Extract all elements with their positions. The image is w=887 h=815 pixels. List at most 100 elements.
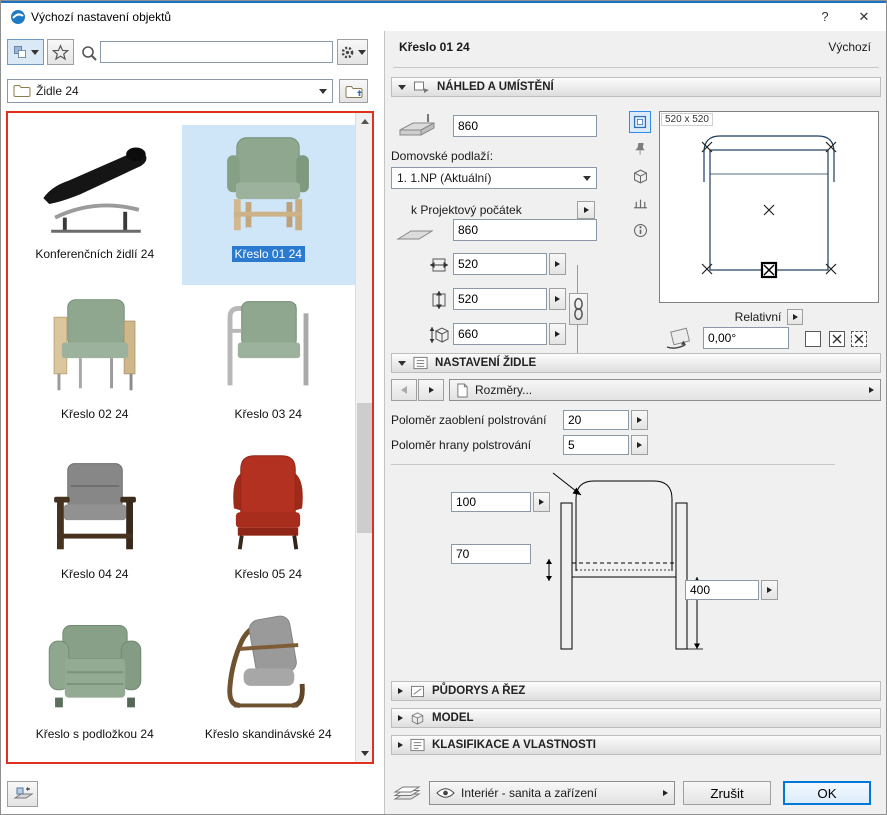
folder-select[interactable]: Židle 24	[7, 79, 333, 103]
preview-section-button[interactable]	[629, 192, 651, 214]
section-classification[interactable]: KLASIFIKACE A VLASTNOSTI	[391, 735, 881, 755]
search-icon	[80, 44, 98, 62]
prev-page-button[interactable]	[391, 379, 417, 401]
section-title: KLASIFIKACE A VLASTNOSTI	[432, 739, 596, 751]
height-options-button[interactable]	[549, 323, 566, 345]
folder-select-value: Židle 24	[36, 84, 79, 98]
cube-3d-icon	[632, 168, 649, 185]
diagram-dim1-input[interactable]	[451, 492, 531, 512]
width-options-button[interactable]	[549, 253, 566, 275]
object-thumb-label: Křeslo 01 24	[232, 246, 305, 262]
arrow-up-icon	[361, 119, 369, 124]
section-plan-section[interactable]: PŮDORYS A ŘEZ	[391, 681, 881, 701]
favorites-button[interactable]	[47, 39, 74, 65]
cancel-button[interactable]: Zrušit	[683, 781, 771, 805]
top-elevation-icon	[395, 111, 439, 139]
param1-input[interactable]	[563, 410, 629, 430]
home-storey-select[interactable]: 1. 1.NP (Aktuální)	[391, 167, 597, 189]
preview-info-button[interactable]	[629, 219, 651, 241]
object-thumb-label: Křeslo 04 24	[58, 566, 131, 582]
page-icon	[456, 383, 469, 398]
folder-view-icon	[12, 44, 28, 60]
titlebar[interactable]: Výchozí nastavení objektů ? ✕	[1, 3, 886, 31]
arrow-left-icon	[401, 386, 407, 394]
wingback-red-image	[192, 445, 344, 563]
list-scrollbar[interactable]	[355, 113, 372, 762]
relative-options-button[interactable]	[787, 309, 803, 325]
section-rail-icon	[632, 195, 649, 212]
arrow-right-icon	[793, 314, 798, 320]
relative-label: Relativní	[735, 310, 782, 324]
scrollbar-down-button[interactable]	[356, 745, 373, 762]
rotation-angle-input[interactable]	[703, 327, 789, 349]
arrow-right-icon	[637, 442, 642, 448]
settings-page-select[interactable]: Rozměry...	[449, 379, 881, 401]
object-thumb-kreslo-04[interactable]: Křeslo 04 24	[8, 445, 182, 605]
param2-input[interactable]	[563, 435, 629, 455]
anchor-reference-button[interactable]	[577, 201, 595, 219]
diagram-dim3-options-button[interactable]	[761, 580, 778, 600]
arrow-right-icon	[555, 261, 560, 267]
preview-3d-button[interactable]	[629, 165, 651, 187]
bottom-elevation-icon	[393, 223, 437, 245]
placement-preview[interactable]: 520 x 520	[659, 111, 879, 303]
diagram-dim3-input[interactable]	[685, 580, 759, 600]
app-logo-icon	[10, 9, 26, 25]
preview-pin-button[interactable]	[629, 138, 651, 160]
scrollbar-up-button[interactable]	[356, 113, 373, 130]
chain-link-icon	[572, 297, 585, 321]
link-dimensions-button[interactable]	[569, 293, 588, 325]
mirror-toggle-dashed[interactable]	[851, 331, 867, 347]
arrow-right-icon	[869, 387, 874, 393]
folder-up-button[interactable]	[339, 79, 368, 103]
object-thumb-kreslo-01[interactable]: Křeslo 01 24	[182, 125, 356, 285]
browser-settings-button[interactable]	[337, 39, 368, 65]
height-input[interactable]	[453, 323, 547, 345]
home-storey-value: 1. 1.NP (Aktuální)	[397, 171, 492, 185]
object-thumb-kreslo-03[interactable]: Křeslo 03 24	[182, 285, 356, 445]
object-thumb-kreslo-skandinavske[interactable]: Křeslo skandinávské 24	[182, 605, 356, 764]
param1-options-button[interactable]	[631, 410, 648, 430]
section-preview-placement[interactable]: NÁHLED A UMÍSTĚNÍ	[391, 77, 881, 97]
depth-input[interactable]	[453, 288, 547, 310]
window-title: Výchozí nastavení objektů	[31, 10, 171, 24]
bottom-elevation-input[interactable]	[453, 219, 597, 241]
object-thumb-label: Konferenčních židlí 24	[32, 246, 157, 262]
arrow-right-icon	[637, 417, 642, 423]
section-collapsed-icon	[398, 715, 403, 721]
preview-2d-symbol-button[interactable]	[629, 111, 651, 133]
object-thumb-label: Křeslo 02 24	[58, 406, 131, 422]
ok-button[interactable]: OK	[783, 781, 871, 805]
mirror-toggle-off[interactable]	[805, 331, 821, 347]
width-input[interactable]	[453, 253, 547, 275]
object-thumb-kreslo-02[interactable]: Křeslo 02 24	[8, 285, 182, 445]
diagram-dim2-input[interactable]	[451, 544, 531, 564]
layer-select[interactable]: Interiér - sanita a zařízení	[429, 781, 675, 805]
x-mark-icon	[854, 334, 864, 344]
object-thumb-label: Křeslo skandinávské 24	[202, 726, 335, 742]
param2-options-button[interactable]	[631, 435, 648, 455]
help-button[interactable]: ?	[808, 3, 842, 31]
divider	[393, 67, 879, 68]
object-thumb-kreslo-05[interactable]: Křeslo 05 24	[182, 445, 356, 605]
settings-panel: Křeslo 01 24 Výchozí NÁHLED A UMÍSTĚNÍ D…	[385, 31, 887, 815]
object-thumb-label: Křeslo 03 24	[232, 406, 305, 422]
depth-dimension-icon	[429, 290, 449, 310]
section-model[interactable]: MODEL	[391, 708, 881, 728]
object-thumb-kreslo-s-podlozkou[interactable]: Křeslo s podložkou 24	[8, 605, 182, 764]
top-elevation-input[interactable]	[453, 115, 597, 137]
depth-options-button[interactable]	[549, 288, 566, 310]
section-title: NÁHLED A UMÍSTĚNÍ	[437, 81, 554, 93]
search-input[interactable]	[100, 41, 333, 63]
view-mode-button[interactable]	[7, 39, 44, 65]
object-thumb-konferencnich-zidli[interactable]: Konferenčních židlí 24	[8, 125, 182, 285]
scrollbar-thumb[interactable]	[357, 403, 372, 533]
section-chair-settings[interactable]: NASTAVENÍ ŽIDLE	[391, 353, 881, 373]
mirror-toggle-x[interactable]	[829, 331, 845, 347]
top-view-drawing	[660, 112, 878, 302]
next-page-button[interactable]	[418, 379, 444, 401]
param2-label: Poloměr hrany polstrování	[391, 438, 531, 452]
section-title: PŮDORYS A ŘEZ	[432, 685, 525, 697]
close-button[interactable]: ✕	[842, 3, 886, 31]
transfer-settings-button[interactable]	[7, 781, 38, 807]
